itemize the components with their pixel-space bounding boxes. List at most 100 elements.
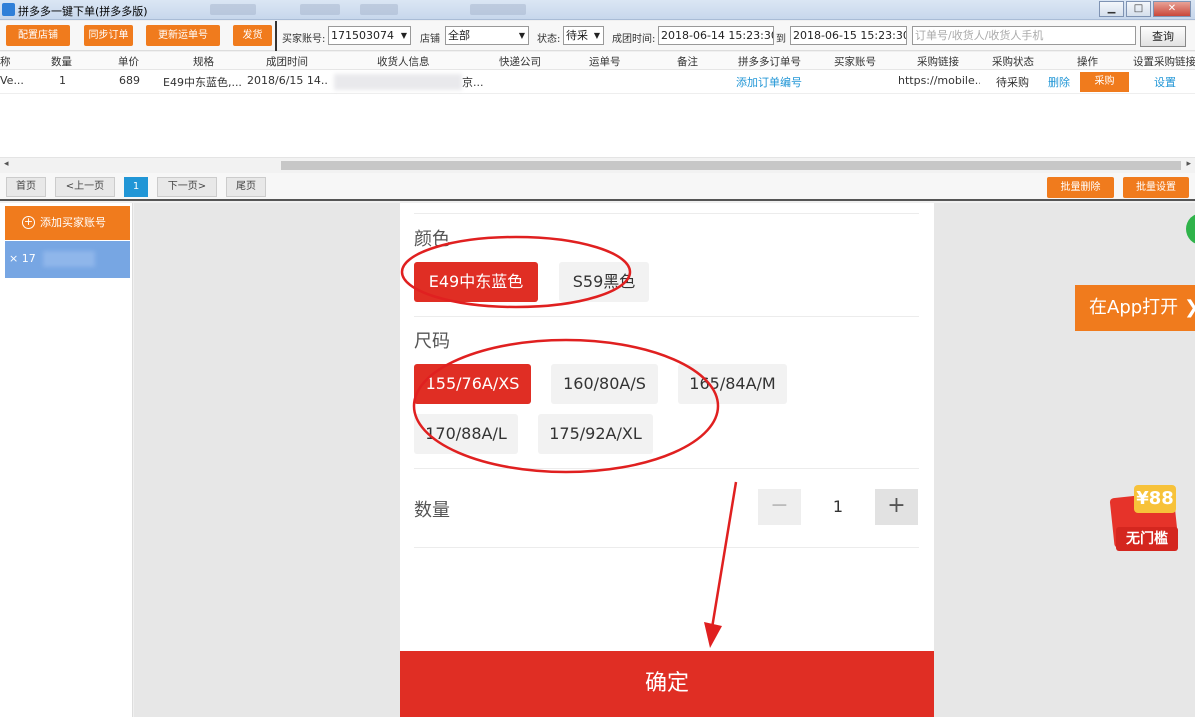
buyer-account-label: 买家账号: (282, 34, 326, 45)
open-in-app-button[interactable]: 在App打开❯ (1075, 285, 1195, 331)
coupon-amount: ¥88 (1134, 485, 1176, 513)
column-header: 操作 (1077, 56, 1098, 68)
close-button[interactable]: ✕ (1153, 1, 1191, 17)
column-header: 采购链接 (917, 56, 959, 68)
size-label: 尺码 (414, 331, 450, 352)
store-label: 店铺 (420, 34, 440, 45)
last-page-button[interactable]: 尾页 (226, 177, 266, 197)
delete-link[interactable]: 删除 (1048, 74, 1070, 90)
sku-sheet: 颜色 E49中东蓝色 S59黑色 尺码 155/76A/XS 160/80A/S… (400, 203, 934, 717)
redacted-receiver (334, 74, 462, 90)
column-header: 数量 (51, 56, 72, 68)
receiver-cell: 京... (462, 76, 484, 89)
spec-cell: E49中东蓝色,... (163, 76, 242, 89)
update-tracking-button[interactable]: 更新运单号 (146, 25, 220, 46)
chevron-right-icon: ❯ (1184, 297, 1195, 318)
store-select[interactable]: 全部 ▼ (445, 26, 529, 45)
column-header: 备注 (677, 56, 698, 68)
column-header: 成团时间 (266, 56, 308, 68)
batch-settings-button[interactable]: 批量设置 (1123, 177, 1189, 198)
sync-orders-button[interactable]: 同步订单 (84, 25, 133, 46)
batch-delete-button[interactable]: 批量删除 (1047, 177, 1114, 198)
quantity-plus-button[interactable]: + (875, 489, 918, 525)
page-1-button[interactable]: 1 (124, 177, 148, 197)
dropdown-arrow-icon: ▼ (400, 31, 407, 40)
background-tab (360, 4, 398, 15)
add-order-number-link[interactable]: 添加订单编号 (736, 74, 802, 90)
next-page-button[interactable]: 下一页> (157, 177, 217, 197)
add-buyer-account-button[interactable]: + 添加买家账号 (5, 206, 130, 240)
size-option[interactable]: 165/84A/M (678, 364, 787, 404)
quantity-value[interactable]: 1 (803, 489, 873, 525)
confirm-button[interactable]: 确定 (400, 651, 934, 717)
settings-link[interactable]: 设置 (1154, 74, 1176, 90)
toolbar: 配置店铺 同步订单 更新运单号 发货 买家账号: 171503074 ▼ 店铺 全… (0, 21, 1195, 51)
to-label: 到 (776, 34, 786, 45)
status-select[interactable]: 待采 ▼ (563, 26, 604, 45)
plus-circle-icon: + (22, 215, 35, 229)
scroll-right-icon[interactable]: ▸ (1186, 159, 1191, 169)
maximize-button[interactable]: □ (1126, 1, 1151, 17)
scroll-left-icon[interactable]: ◂ (4, 159, 9, 169)
column-header: 买家账号 (834, 56, 876, 68)
purchase-link-cell[interactable]: https://mobile... (898, 74, 980, 87)
table-header: 称 数量 单价 规格 成团时间 收货人信息 快递公司 运单号 备注 拼多多订单号… (0, 52, 1195, 70)
dropdown-arrow-icon: ▼ (593, 31, 600, 40)
account-item[interactable]: × 17 (5, 241, 130, 278)
toolbar-divider (275, 21, 277, 51)
quantity-minus-button[interactable]: − (758, 489, 801, 525)
window-controls: ▁ □ ✕ (1097, 1, 1191, 17)
size-option[interactable]: 170/88A/L (414, 414, 518, 454)
group-time-cell: 2018/6/15 14... (247, 74, 329, 87)
end-time-input[interactable]: 2018-06-15 15:23:30 (790, 26, 907, 45)
background-tab (470, 4, 526, 15)
size-option[interactable]: 160/80A/S (551, 364, 658, 404)
quantity-label: 数量 (414, 500, 450, 521)
coupon-label: 无门槛 (1116, 527, 1178, 551)
prev-page-button[interactable]: <上一页 (55, 177, 115, 197)
account-panel: + 添加买家账号 × 17 (0, 203, 133, 717)
group-time-label: 成团时间: (612, 34, 656, 45)
horizontal-scrollbar[interactable]: ◂ ▸ (0, 157, 1195, 173)
start-time-input[interactable]: 2018-06-14 15:23:30 (658, 26, 774, 45)
background-tab (210, 4, 256, 15)
column-header: 快递公司 (499, 56, 541, 68)
search-input[interactable]: 订单号/收货人/收货人手机 (912, 26, 1136, 45)
orders-table: 称 数量 单价 规格 成团时间 收货人信息 快递公司 运单号 备注 拼多多订单号… (0, 52, 1195, 173)
purchase-button[interactable]: 采购 (1080, 72, 1129, 92)
table-row[interactable]: Ve... 1 689 E49中东蓝色,... 2018/6/15 14... … (0, 71, 1195, 94)
account-label: × 17 (9, 252, 36, 265)
app-icon (2, 3, 15, 16)
query-button[interactable]: 查询 (1140, 26, 1186, 47)
column-header: 采购状态 (992, 56, 1034, 68)
column-header: 收货人信息 (377, 56, 430, 68)
background-tab (300, 4, 340, 15)
size-option-selected[interactable]: 155/76A/XS (414, 364, 531, 404)
divider (414, 316, 919, 317)
color-option-selected[interactable]: E49中东蓝色 (414, 262, 538, 302)
column-header: 运单号 (589, 56, 621, 68)
column-header: 设置采购链接 (1133, 56, 1195, 68)
size-option[interactable]: 175/92A/XL (538, 414, 653, 454)
minimize-button[interactable]: ▁ (1099, 1, 1124, 17)
store-value: 全部 (448, 29, 470, 42)
first-page-button[interactable]: 首页 (6, 177, 46, 197)
quantity-cell: 1 (59, 74, 66, 87)
scrollbar-thumb[interactable] (281, 161, 1181, 170)
config-store-button[interactable]: 配置店铺 (6, 25, 70, 46)
coupon-widget[interactable]: ¥88 无门槛 (1104, 481, 1184, 561)
status-value: 待采 (566, 29, 588, 42)
divider (414, 213, 919, 214)
redacted-account (43, 251, 95, 267)
float-widget-icon[interactable] (1186, 213, 1195, 245)
product-webview: 颜色 E49中东蓝色 S59黑色 尺码 155/76A/XS 160/80A/S… (134, 203, 1195, 717)
buyer-account-select[interactable]: 171503074 ▼ (328, 26, 411, 45)
price-cell: 689 (119, 74, 140, 87)
color-option[interactable]: S59黑色 (559, 262, 649, 302)
window-title: 拼多多一键下单(拼多多版) (18, 5, 148, 18)
ship-button[interactable]: 发货 (233, 25, 272, 46)
divider (414, 547, 919, 548)
purchase-status-cell: 待采购 (996, 76, 1029, 89)
color-label: 颜色 (414, 229, 450, 250)
column-header: 拼多多订单号 (738, 56, 801, 68)
